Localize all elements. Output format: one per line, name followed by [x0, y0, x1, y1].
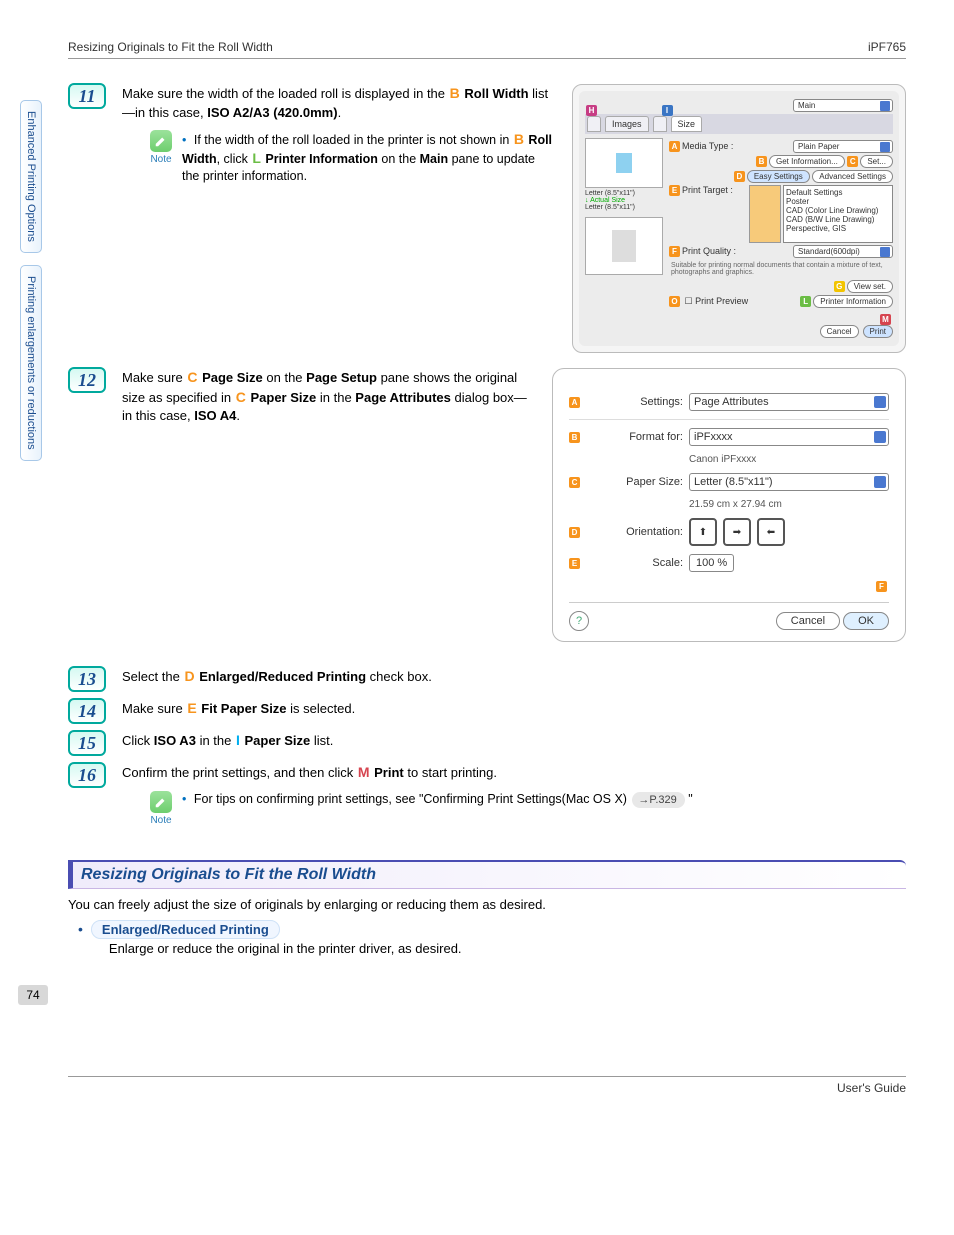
step-13-number: 13	[68, 666, 106, 692]
side-tab-1[interactable]: Enhanced Printing Options	[20, 100, 42, 253]
step-14-text: Make sure E Fit Paper Size is selected.	[122, 699, 906, 719]
note-icon	[150, 791, 172, 813]
format-for-dropdown[interactable]: iPFxxxx	[689, 428, 889, 446]
step-14-number: 14	[68, 698, 106, 724]
ok-button[interactable]: OK	[843, 612, 889, 630]
sub-body: Enlarge or reduce the original in the pr…	[109, 941, 462, 956]
orientation-reverse[interactable]: ⬅	[757, 518, 785, 546]
step-16-note: • For tips on confirming print settings,…	[182, 791, 693, 809]
section-intro: You can freely adjust the size of origin…	[68, 897, 906, 912]
paper-size-dropdown[interactable]: Letter (8.5"x11")	[689, 473, 889, 491]
scale-input[interactable]: 100 %	[689, 554, 734, 572]
help-button[interactable]: ?	[569, 611, 589, 631]
cancel-button[interactable]: Cancel	[776, 612, 840, 630]
screenshot-page-attributes: A Settings: Page Attributes B Format for…	[552, 368, 906, 642]
header-right: iPF765	[868, 40, 906, 54]
orientation-landscape[interactable]: ➡	[723, 518, 751, 546]
note-label: Note	[150, 154, 171, 165]
note-icon	[150, 130, 172, 152]
step-11-note: • If the width of the roll loaded in the…	[182, 130, 554, 185]
note-label: Note	[150, 815, 171, 826]
step-11-text: Make sure the width of the loaded roll i…	[122, 84, 554, 122]
sub-heading: Enlarged/Reduced Printing	[91, 920, 280, 939]
page-number: 74	[18, 985, 48, 1005]
header-left: Resizing Originals to Fit the Roll Width	[68, 40, 273, 54]
step-15-number: 15	[68, 730, 106, 756]
step-16-number: 16	[68, 762, 106, 788]
step-12-text: Make sure C Page Size on the Page Setup …	[122, 368, 534, 425]
step-11-number: 11	[68, 83, 106, 109]
step-13-text: Select the D Enlarged/Reduced Printing c…	[122, 667, 906, 687]
step-12-number: 12	[68, 367, 106, 393]
footer-guide: User's Guide	[68, 1076, 906, 1095]
side-tab-2[interactable]: Printing enlargements or reductions	[20, 265, 42, 461]
orientation-portrait[interactable]: ⬆	[689, 518, 717, 546]
section-heading: Resizing Originals to Fit the Roll Width	[68, 860, 906, 889]
screenshot-main-pane: Main H Images I Size	[572, 84, 906, 353]
step-16-text: Confirm the print settings, and then cli…	[122, 763, 906, 783]
settings-dropdown[interactable]: Page Attributes	[689, 393, 889, 411]
step-15-text: Click ISO A3 in the I Paper Size list.	[122, 731, 906, 751]
page-reference-link[interactable]: →P.329	[632, 792, 684, 809]
